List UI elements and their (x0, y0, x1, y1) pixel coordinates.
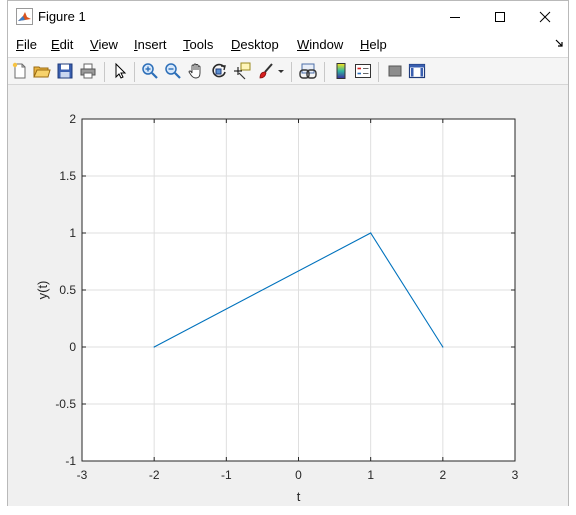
data-point (370, 232, 372, 234)
x-tick-label: -3 (77, 468, 88, 482)
y-tick-label: 0.5 (59, 283, 76, 297)
y-tick-label: 1.5 (59, 169, 76, 183)
x-tick-label: 2 (439, 468, 446, 482)
y-tick-label: 2 (69, 112, 76, 126)
y-tick-label: 0 (69, 340, 76, 354)
data-point (442, 346, 444, 348)
y-tick-label: 1 (69, 226, 76, 240)
y-tick-label: -1 (65, 454, 76, 468)
figure-canvas[interactable]: -3 -2 -1 0 1 2 3 -1 -0.5 0 0.5 1 1.5 2 t y(t) (8, 85, 568, 506)
figure-window: Figure 1 File Edit View Insert Tools Des… (7, 0, 569, 506)
x-axis-label: t (297, 489, 301, 504)
x-tick-label: -2 (149, 468, 160, 482)
plot-svg: -3 -2 -1 0 1 2 3 -1 -0.5 0 0.5 1 1.5 2 t y(t) (35, 112, 519, 504)
y-axis-label: y(t) (35, 281, 50, 300)
x-tick-label: 1 (367, 468, 374, 482)
x-tick-label: -1 (221, 468, 232, 482)
axes[interactable]: -3 -2 -1 0 1 2 3 -1 -0.5 0 0.5 1 1.5 2 t y(t) (35, 112, 519, 504)
x-tick-label: 0 (295, 468, 302, 482)
y-tick-label: -0.5 (55, 397, 76, 411)
x-tick-label: 3 (512, 468, 519, 482)
data-point (153, 346, 155, 348)
